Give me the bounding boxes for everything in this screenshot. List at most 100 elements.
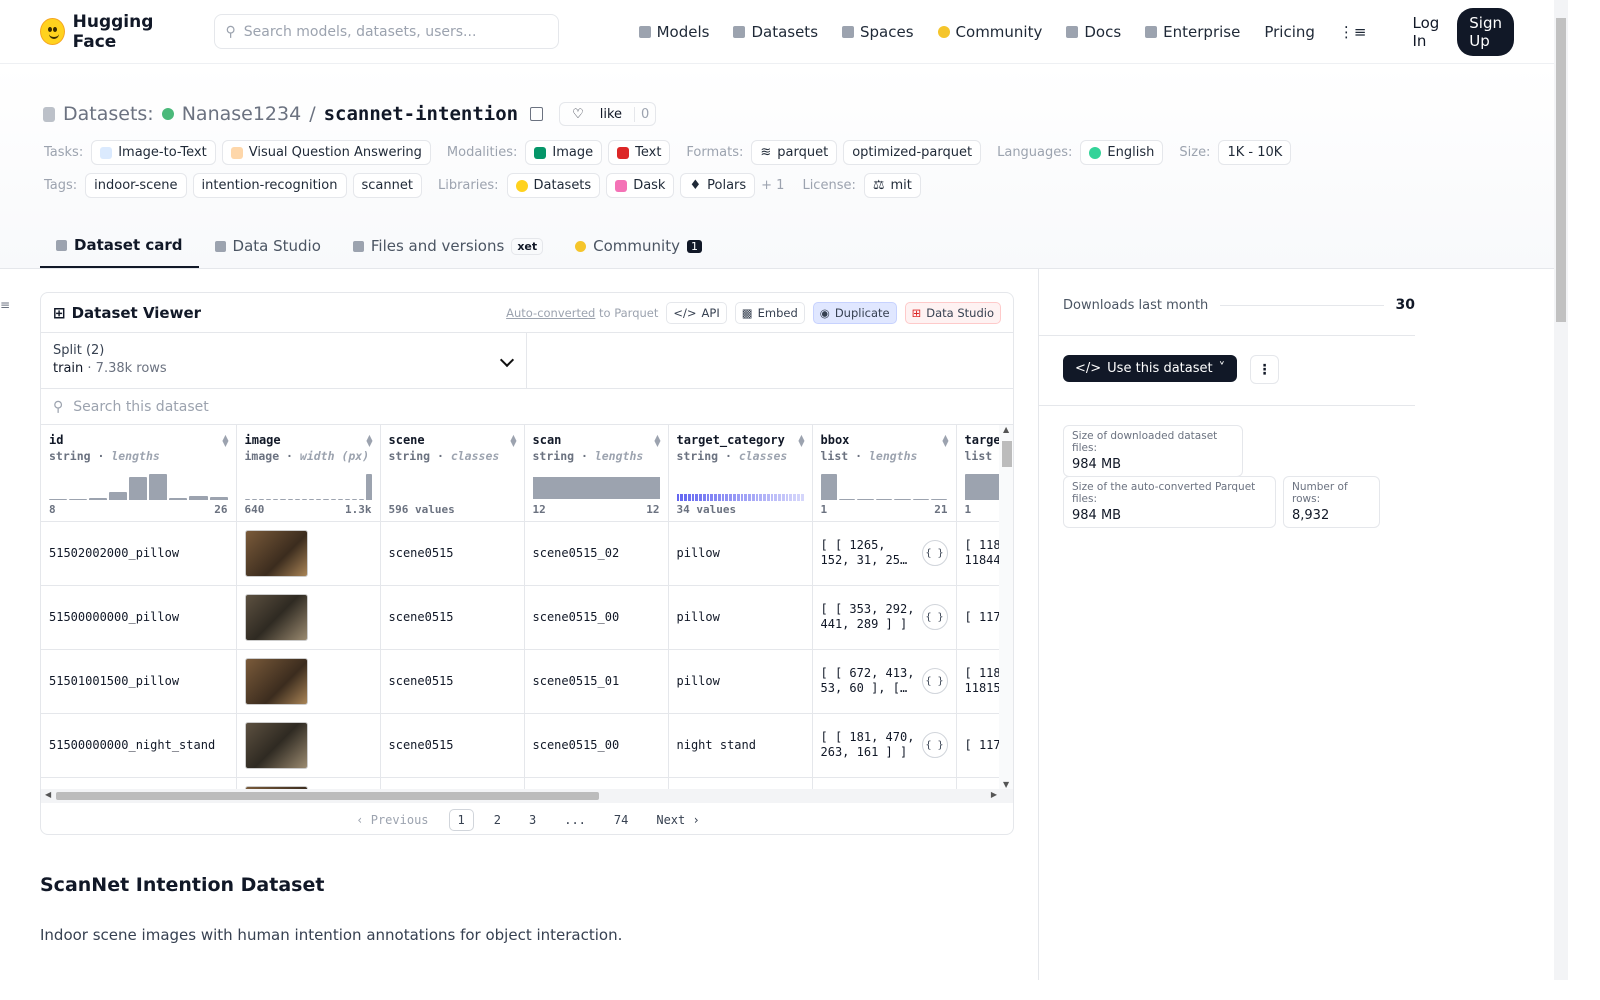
modality-chip[interactable]: Image [525, 140, 603, 165]
cell-bbox[interactable]: [ [ 1265, 152, 31, 25… { } [812, 521, 957, 586]
format-chip[interactable]: optimized-parquet [843, 140, 982, 165]
tag-chip[interactable]: scannet [352, 173, 422, 198]
json-view-icon[interactable]: { } [921, 540, 948, 566]
cell-bbox[interactable]: [ [ 353, 292, 441, 289 ] ]{ } [812, 585, 957, 650]
nav-pricing[interactable]: Pricing [1252, 23, 1327, 41]
owner-link[interactable]: Nanase1234 [182, 103, 301, 125]
image-thumbnail[interactable] [244, 721, 308, 769]
nav-docs[interactable]: Docs [1054, 23, 1133, 41]
page-button[interactable]: 1 [448, 808, 474, 831]
image-thumbnail[interactable] [244, 593, 308, 641]
api-button[interactable]: </> API [666, 301, 727, 324]
split-select[interactable]: Split (2) train · 7.38k rows [41, 333, 527, 388]
cell-id[interactable]: 51502002000_pillow [41, 521, 237, 586]
cell-target[interactable]: [ 118 11844 [956, 521, 999, 586]
auto-converted-link[interactable]: Auto-converted [506, 306, 595, 320]
nav-spaces[interactable]: Spaces [830, 23, 926, 41]
license-chip[interactable]: ⚖ mit [863, 173, 921, 198]
use-this-dataset-button[interactable]: </> Use this dataset ˅ [1063, 355, 1238, 382]
sort-icon[interactable]: ▲ ▼ [366, 434, 372, 448]
table-row[interactable]: 51502002000_pillow scene0515 scene0515_02 p… [41, 521, 999, 586]
column-header-scan[interactable]: scan string · lengths ▲ ▼ 12 12 [524, 425, 669, 522]
cell-image[interactable] [236, 649, 381, 714]
library-chip[interactable]: Dask [606, 173, 675, 198]
cell-id[interactable]: 51500000000_pillow [41, 585, 237, 650]
page-scrollbar[interactable] [1554, 0, 1568, 980]
cell-image[interactable] [236, 521, 381, 586]
data-studio-button[interactable]: ⊞ Data Studio [904, 301, 1001, 324]
table-vertical-scrollbar[interactable]: ▲ ▼ [999, 425, 1013, 789]
table-horizontal-scrollbar[interactable]: ◀ ▶ [41, 789, 1013, 803]
modality-chip[interactable]: Text [608, 140, 671, 165]
cell-id[interactable]: 51501001500_pillow [41, 649, 237, 714]
cell-target[interactable]: [ 117 [956, 713, 999, 778]
table-row[interactable]: 51500000000_pillow scene0515 scene0515_00 p… [41, 585, 999, 650]
cell-target-category[interactable]: pillow [668, 649, 813, 714]
duplicate-button[interactable]: ◉ Duplicate [812, 301, 897, 324]
sort-icon[interactable]: ▲ ▼ [942, 434, 948, 448]
table-row[interactable] [41, 777, 999, 789]
copy-icon[interactable] [530, 107, 544, 121]
signup-button[interactable]: Sign Up [1457, 7, 1514, 56]
libraries-more[interactable]: + 1 [761, 178, 784, 193]
cell-target-category[interactable]: pillow [668, 585, 813, 650]
sort-icon[interactable]: ▲ ▼ [222, 434, 228, 448]
column-header-target[interactable]: targe list 1 [956, 425, 999, 522]
column-header-target-category[interactable]: target_category string · classes ▲ ▼ 34 v… [668, 425, 813, 522]
sort-icon[interactable]: ▲ ▼ [510, 434, 516, 448]
cell-scan[interactable]: scene0515_01 [524, 649, 669, 714]
page-button[interactable]: 3 [521, 810, 544, 830]
table-row[interactable]: 51500000000_night_stand scene0515 scene051… [41, 713, 999, 778]
tag-chip[interactable]: intention-recognition [192, 173, 347, 198]
size-chip[interactable]: 1K - 10K [1218, 140, 1292, 165]
format-chip[interactable]: ≋ parquet [751, 140, 838, 165]
cell-image[interactable] [236, 585, 381, 650]
cell-scene[interactable]: scene0515 [380, 713, 525, 778]
tab-community[interactable]: Community 1 [559, 224, 718, 268]
task-chip[interactable]: Visual Question Answering [221, 140, 431, 165]
column-header-image[interactable]: image image · width (px) ▲ ▼ 640 1.3k [236, 425, 381, 522]
previous-page-button[interactable]: ‹ Previous [348, 810, 436, 830]
tab-files-and-versions[interactable]: Files and versions xet [337, 224, 559, 268]
cell-bbox[interactable]: [ [ 672, 413, 53, 60 ], […{ } [812, 649, 957, 714]
sort-icon[interactable]: ▲ ▼ [654, 434, 660, 448]
toc-toggle-icon[interactable]: ≡ [0, 298, 10, 312]
auto-converted-note[interactable]: Auto-converted to Parquet [506, 306, 658, 320]
page-button[interactable]: 2 [486, 810, 509, 830]
global-search-input[interactable]: ⚲ Search models, datasets, users... [214, 14, 559, 49]
tab-data-studio[interactable]: Data Studio [199, 224, 337, 268]
tab-dataset-card[interactable]: Dataset card [40, 224, 199, 268]
nav-enterprise[interactable]: Enterprise [1133, 23, 1252, 41]
section-label[interactable]: Datasets: [63, 103, 154, 125]
tag-chip[interactable]: indoor-scene [85, 173, 187, 198]
json-view-icon[interactable]: { } [921, 732, 948, 758]
dataset-search-input[interactable]: ⚲ Search this dataset [41, 389, 1013, 425]
cell-bbox[interactable]: [ [ 181, 470, 263, 161 ] ]{ } [812, 713, 957, 778]
sort-icon[interactable]: ▲ ▼ [798, 434, 804, 448]
library-chip[interactable]: ♦ Polars [680, 173, 756, 198]
cell-scan[interactable]: scene0515_02 [524, 521, 669, 586]
column-header-id[interactable]: id string · lengths ▲ ▼ 8 26 [41, 425, 237, 522]
task-chip[interactable]: Image-to-Text [91, 140, 216, 165]
json-view-icon[interactable]: { } [921, 604, 948, 630]
cell-scan[interactable]: scene0515_00 [524, 713, 669, 778]
cell-target[interactable]: [ 117 [956, 585, 999, 650]
nav-community[interactable]: Community [926, 23, 1055, 41]
column-header-scene[interactable]: scene string · classes ▲ ▼ 596 values [380, 425, 525, 522]
library-chip[interactable]: Datasets [506, 173, 601, 198]
repo-name[interactable]: scannet-intention [324, 103, 518, 125]
like-button[interactable]: ♡ like 0 [559, 102, 657, 126]
language-chip[interactable]: English [1080, 140, 1164, 165]
column-header-bbox[interactable]: bbox list · lengths ▲ ▼ 1 21 [812, 425, 957, 522]
more-options-button[interactable]: ⋮ [1250, 355, 1279, 384]
more-menu-icon[interactable]: ⋮≡ [1327, 23, 1379, 41]
nav-models[interactable]: Models [627, 23, 722, 41]
page-button[interactable]: 74 [606, 810, 636, 830]
cell-scene[interactable]: scene0515 [380, 585, 525, 650]
cell-scan[interactable]: scene0515_00 [524, 585, 669, 650]
json-view-icon[interactable]: { } [921, 668, 948, 694]
cell-image[interactable] [236, 713, 381, 778]
next-page-button[interactable]: Next › [648, 810, 707, 830]
table-row[interactable]: 51501001500_pillow scene0515 scene0515_01 p… [41, 649, 999, 714]
cell-target-category[interactable]: pillow [668, 521, 813, 586]
